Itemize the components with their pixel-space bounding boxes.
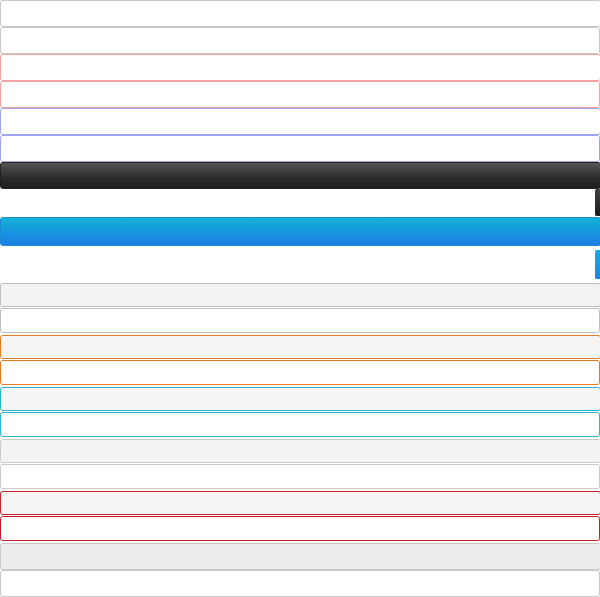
blue-bar[interactable] xyxy=(0,108,600,135)
teal-bar-lower xyxy=(0,412,600,437)
pink-bar[interactable] xyxy=(0,54,600,81)
light-gray-bar[interactable] xyxy=(0,283,600,307)
red-bar-lower xyxy=(0,516,600,541)
gray-bar-lower xyxy=(0,27,600,54)
gray-filled-bar[interactable] xyxy=(0,543,600,570)
gray-filled-bar-lower xyxy=(0,570,600,597)
pale-gray-bar[interactable] xyxy=(0,439,600,463)
pink-bar-lower xyxy=(0,81,600,108)
gray-bar[interactable] xyxy=(0,0,600,27)
dark-gradient-bar-edge xyxy=(595,189,600,216)
teal-bar[interactable] xyxy=(0,387,600,411)
dark-gradient-bar[interactable] xyxy=(0,162,600,189)
cyan-gradient-bar-edge xyxy=(595,250,600,279)
blue-bar-lower xyxy=(0,135,600,162)
red-bar[interactable] xyxy=(0,491,600,515)
cyan-gradient-bar[interactable] xyxy=(0,217,600,246)
pale-gray-bar-lower xyxy=(0,464,600,489)
orange-bar[interactable] xyxy=(0,335,600,359)
orange-bar-lower xyxy=(0,360,600,385)
light-gray-bar-lower xyxy=(0,308,600,333)
